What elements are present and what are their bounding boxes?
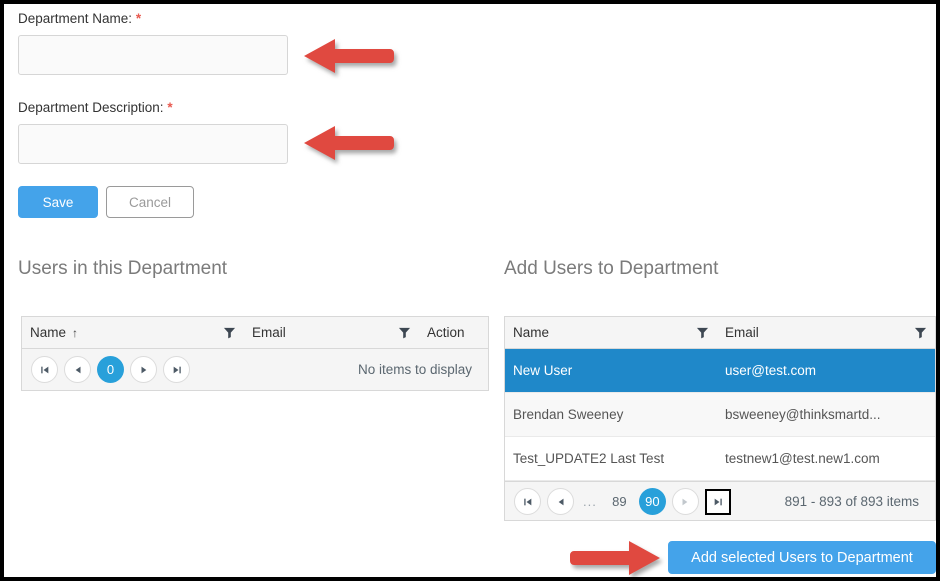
cell-email: testnew1@test.new1.com xyxy=(725,451,880,466)
department-description-input[interactable] xyxy=(18,124,288,164)
add-users-grid: Name Email New User user@test.com Brenda… xyxy=(504,316,936,521)
first-page-icon[interactable] xyxy=(31,356,58,383)
page-canvas: Department Name: * Department Descriptio… xyxy=(4,4,936,577)
cell-name: New User xyxy=(513,363,573,378)
filter-icon[interactable] xyxy=(914,326,927,339)
filter-icon[interactable] xyxy=(398,326,411,339)
first-page-icon[interactable] xyxy=(514,488,541,515)
screenshot-frame: Department Name: * Department Descriptio… xyxy=(0,0,940,581)
column-header-email[interactable]: Email xyxy=(717,317,935,348)
grid-header-row: Name ↑ Email Action xyxy=(22,317,488,349)
department-name-label: Department Name: * xyxy=(18,11,141,26)
red-arrow-pointing-to-add-button xyxy=(570,541,660,575)
cell-email: user@test.com xyxy=(725,363,816,378)
table-row[interactable]: Test_UPDATE2 Last Test testnew1@test.new… xyxy=(505,437,935,481)
users-in-department-heading: Users in this Department xyxy=(18,258,228,279)
next-page-icon[interactable] xyxy=(671,488,699,515)
column-header-name[interactable]: Name ↑ xyxy=(22,317,244,348)
cancel-button[interactable]: Cancel xyxy=(106,186,194,218)
column-header-email-label: Email xyxy=(725,325,759,340)
column-header-name[interactable]: Name xyxy=(505,317,717,348)
filter-icon[interactable] xyxy=(223,326,236,339)
required-asterisk-icon: * xyxy=(135,11,142,26)
save-button[interactable]: Save xyxy=(18,186,98,218)
column-header-action: Action xyxy=(419,317,488,348)
pager-info-text: 891 - 893 of 893 items xyxy=(784,494,919,509)
left-grid-pager: 0 No items to display xyxy=(22,349,488,390)
department-name-label-text: Department Name: xyxy=(18,11,133,26)
page-number-90[interactable]: 90 xyxy=(638,488,666,515)
previous-page-icon[interactable] xyxy=(64,356,91,383)
users-in-department-grid: Name ↑ Email Action 0 No items to displa… xyxy=(21,316,489,391)
column-header-email[interactable]: Email xyxy=(244,317,419,348)
cell-name: Brendan Sweeney xyxy=(513,407,624,422)
add-selected-users-button[interactable]: Add selected Users to Department xyxy=(668,541,936,574)
table-row[interactable]: Brendan Sweeney bsweeney@thinksmartd... xyxy=(505,393,935,437)
cell-email: bsweeney@thinksmartd... xyxy=(725,407,881,422)
sort-ascending-icon: ↑ xyxy=(72,325,79,340)
last-page-icon[interactable] xyxy=(163,356,190,383)
red-arrow-pointing-to-description-field xyxy=(304,126,394,160)
page-number-0[interactable]: 0 xyxy=(97,356,124,383)
page-ellipsis: ... xyxy=(583,494,597,509)
grid-header-row: Name Email xyxy=(505,317,935,349)
column-header-name-label: Name xyxy=(513,325,550,340)
department-name-input[interactable] xyxy=(18,35,288,75)
previous-page-icon[interactable] xyxy=(547,488,574,515)
required-asterisk-icon: * xyxy=(167,100,173,115)
filter-icon[interactable] xyxy=(696,326,709,339)
last-page-icon[interactable] xyxy=(704,488,731,515)
column-header-email-label: Email xyxy=(252,325,286,340)
next-page-icon[interactable] xyxy=(130,356,157,383)
right-grid-pager: ... 89 90 891 - 893 of 893 items xyxy=(505,481,935,520)
red-arrow-pointing-to-name-field xyxy=(304,39,394,73)
cell-name: Test_UPDATE2 Last Test xyxy=(513,451,665,466)
table-row[interactable]: New User user@test.com xyxy=(505,349,935,393)
column-header-name-label: Name xyxy=(30,325,67,340)
department-description-label: Department Description: * xyxy=(18,100,173,115)
no-items-message: No items to display xyxy=(357,362,472,377)
add-users-to-department-heading: Add Users to Department xyxy=(504,258,719,279)
department-description-label-text: Department Description: xyxy=(18,100,164,115)
column-header-action-label: Action xyxy=(427,325,465,340)
page-number-89[interactable]: 89 xyxy=(606,488,633,515)
